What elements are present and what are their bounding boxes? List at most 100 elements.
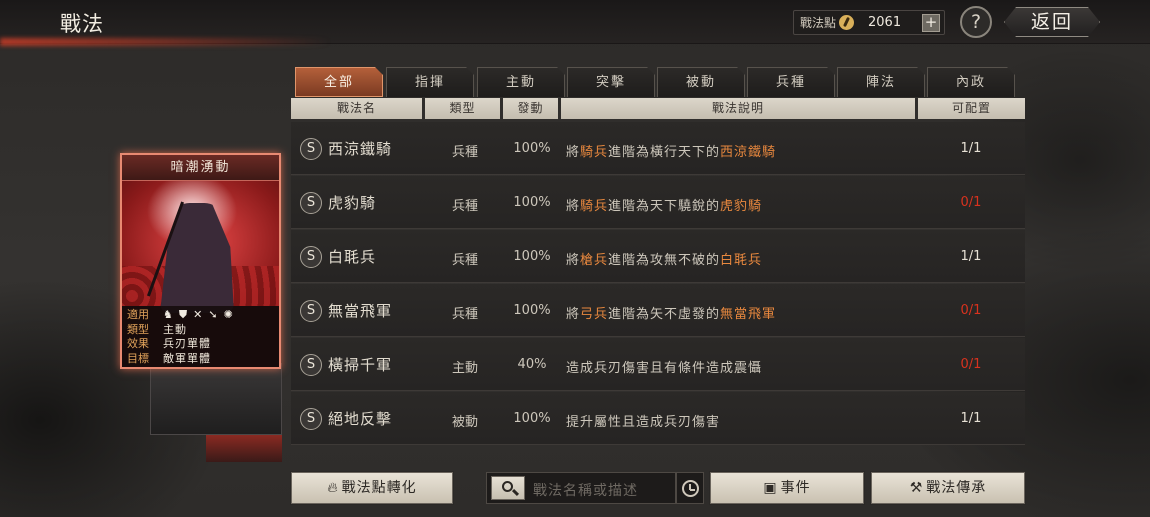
search-button[interactable] bbox=[491, 476, 525, 500]
description-text: 將 bbox=[566, 199, 581, 214]
table-row[interactable]: S 絕地反擊 被動 100% 提升屬性且造成兵刃傷害 1/1 bbox=[291, 392, 1025, 445]
table-row[interactable]: S 西涼鐵騎 兵種 100% 將騎兵進階為橫行天下的西涼鐵騎 1/1 bbox=[291, 122, 1025, 175]
tactic-rate: 100% bbox=[513, 303, 551, 318]
tactic-description: 將騎兵進階為天下驍銳的虎豹騎 bbox=[566, 195, 762, 214]
cavalry-icon: ♞ bbox=[163, 308, 173, 322]
tactic-name: 白毦兵 bbox=[328, 248, 377, 266]
description-text: 進階為橫行天下的 bbox=[608, 145, 721, 160]
tactic-slot: 0/1 bbox=[960, 303, 982, 318]
rank-badge: S bbox=[300, 192, 322, 214]
tactic-type: 被動 bbox=[451, 415, 478, 430]
tactic-description: 將弓兵進階為矢不虛發的無當飛軍 bbox=[566, 303, 776, 322]
inherit-tactic-button[interactable]: ⚒ 戰法傳承 bbox=[870, 471, 1026, 505]
tactic-slot: 1/1 bbox=[960, 411, 982, 426]
description-highlight: 虎豹騎 bbox=[720, 199, 763, 214]
tab-active[interactable]: 主動 bbox=[477, 67, 565, 97]
tactic-description: 造成兵刃傷害且有條件造成震懾 bbox=[566, 357, 762, 376]
tactic-rate: 100% bbox=[513, 411, 551, 426]
column-header-rate[interactable]: 發動 bbox=[503, 98, 558, 119]
rank-badge: S bbox=[300, 300, 322, 322]
tactic-slot: 1/1 bbox=[960, 141, 982, 156]
column-header-type[interactable]: 類型 bbox=[425, 98, 500, 119]
card-target-label: 目標 bbox=[127, 351, 149, 365]
hammer-icon: ⚒ bbox=[909, 480, 924, 496]
column-header-slot[interactable]: 可配置 bbox=[918, 98, 1025, 119]
bow-icon: ✕ bbox=[193, 308, 203, 322]
table-row[interactable]: S 虎豹騎 兵種 100% 將騎兵進階為天下驍銳的虎豹騎 0/1 bbox=[291, 176, 1025, 229]
column-header-description: 戰法說明 bbox=[561, 98, 915, 119]
card-type-row: 類型 主動 bbox=[127, 323, 279, 338]
card-title: 暗潮湧動 bbox=[122, 155, 279, 181]
description-text: 造成兵刃傷害且有條件造成震懾 bbox=[566, 361, 763, 376]
events-button[interactable]: ▣ 事件 bbox=[709, 471, 865, 505]
table-row[interactable]: S 無當飛軍 兵種 100% 將弓兵進階為矢不虛發的無當飛軍 0/1 bbox=[291, 284, 1025, 337]
description-highlight: 弓兵 bbox=[580, 307, 609, 322]
tactic-type: 兵種 bbox=[451, 307, 478, 322]
search-field[interactable]: 戰法名稱或描述 bbox=[486, 472, 676, 504]
tactic-card[interactable]: 暗潮湧動 適用 ♞ ⛊ ✕ ➘ ✺ 類型 主動 效果 兵刃單體 目標 敵軍單體 bbox=[120, 153, 281, 369]
add-points-button[interactable]: + bbox=[922, 14, 940, 32]
tactic-points-display: 戰法點 2061 + bbox=[793, 10, 945, 35]
tab-domestic[interactable]: 內政 bbox=[927, 67, 1015, 97]
description-highlight: 騎兵 bbox=[580, 145, 609, 160]
tactic-name: 虎豹騎 bbox=[328, 194, 377, 212]
fire-icon: 🔥︎ bbox=[327, 480, 339, 496]
description-highlight: 西涼鐵騎 bbox=[720, 145, 777, 160]
page-title: 戰法 bbox=[60, 12, 104, 36]
card-effect-row: 效果 兵刃單體 bbox=[127, 337, 279, 352]
search-placeholder: 戰法名稱或描述 bbox=[533, 483, 638, 499]
tab-all[interactable]: 全部 bbox=[295, 67, 383, 97]
tactic-slot: 0/1 bbox=[960, 195, 982, 210]
tactic-type: 兵種 bbox=[451, 199, 478, 214]
tab-assault[interactable]: 突擊 bbox=[567, 67, 655, 97]
rank-badge: S bbox=[300, 354, 322, 376]
card-art-warrior bbox=[160, 203, 234, 313]
tactics-table[interactable]: S 西涼鐵騎 兵種 100% 將騎兵進階為橫行天下的西涼鐵騎 1/1 S 虎豹騎 兵種 100% 將… bbox=[291, 120, 1025, 462]
tactic-points-icon bbox=[839, 15, 855, 30]
tactic-slot: 1/1 bbox=[960, 249, 982, 264]
description-text: 進階為矢不虛發的 bbox=[608, 307, 721, 322]
history-button[interactable] bbox=[676, 472, 704, 504]
scroll-icon: ▣ bbox=[763, 480, 778, 496]
back-button[interactable]: 返回 bbox=[1004, 7, 1100, 37]
tactic-type: 主動 bbox=[451, 361, 478, 376]
description-highlight: 槍兵 bbox=[580, 253, 609, 268]
column-header-name[interactable]: 戰法名 bbox=[291, 98, 422, 119]
tab-formation[interactable]: 陣法 bbox=[837, 67, 925, 97]
tab-command[interactable]: 指揮 bbox=[386, 67, 474, 97]
description-text: 將 bbox=[566, 253, 581, 268]
help-button[interactable]: ? bbox=[960, 6, 992, 38]
tactic-description: 提升屬性且造成兵刃傷害 bbox=[566, 411, 720, 430]
tactic-name: 無當飛軍 bbox=[328, 302, 393, 320]
tactic-rate: 100% bbox=[513, 195, 551, 210]
clock-icon-hand-2 bbox=[690, 489, 695, 491]
tab-passive[interactable]: 被動 bbox=[657, 67, 745, 97]
tactic-name: 絕地反擊 bbox=[328, 410, 393, 428]
convert-points-button[interactable]: 🔥︎ 戰法點轉化 bbox=[290, 471, 454, 505]
description-text: 進階為天下驍銳的 bbox=[608, 199, 721, 214]
inherit-tactic-label: 戰法傳承 bbox=[926, 480, 987, 496]
top-bar: 戰法 戰法點 2061 + ? 返回 bbox=[0, 0, 1150, 46]
spear-icon: ➘ bbox=[208, 308, 218, 322]
card-type-label: 類型 bbox=[127, 322, 149, 336]
rank-badge: S bbox=[300, 408, 322, 430]
card-effect-label: 效果 bbox=[127, 337, 149, 350]
tactic-points-label: 戰法點 bbox=[800, 16, 837, 30]
card-applies-row: 適用 ♞ ⛊ ✕ ➘ ✺ bbox=[127, 308, 279, 323]
description-highlight: 白毦兵 bbox=[720, 253, 763, 268]
card-applies-label: 適用 bbox=[127, 308, 149, 321]
rank-badge: S bbox=[300, 138, 322, 160]
tactic-rate: 40% bbox=[517, 357, 547, 372]
tab-troop[interactable]: 兵種 bbox=[747, 67, 835, 97]
table-row[interactable]: S 白毦兵 兵種 100% 將槍兵進階為攻無不破的白毦兵 1/1 bbox=[291, 230, 1025, 283]
card-art bbox=[122, 181, 279, 313]
events-label: 事件 bbox=[780, 480, 811, 496]
siege-icon: ✺ bbox=[223, 308, 233, 322]
card-back-shadow-2 bbox=[206, 435, 282, 462]
table-row[interactable]: S 橫掃千軍 主動 40% 造成兵刃傷害且有條件造成震懾 0/1 bbox=[291, 338, 1025, 391]
tactic-slot: 0/1 bbox=[960, 357, 982, 372]
tactic-name: 橫掃千軍 bbox=[328, 356, 393, 374]
tactic-name: 西涼鐵騎 bbox=[328, 140, 393, 158]
table-header: 戰法名 類型 發動 戰法說明 可配置 bbox=[291, 98, 1025, 119]
card-target-row: 目標 敵軍單體 bbox=[127, 352, 279, 367]
